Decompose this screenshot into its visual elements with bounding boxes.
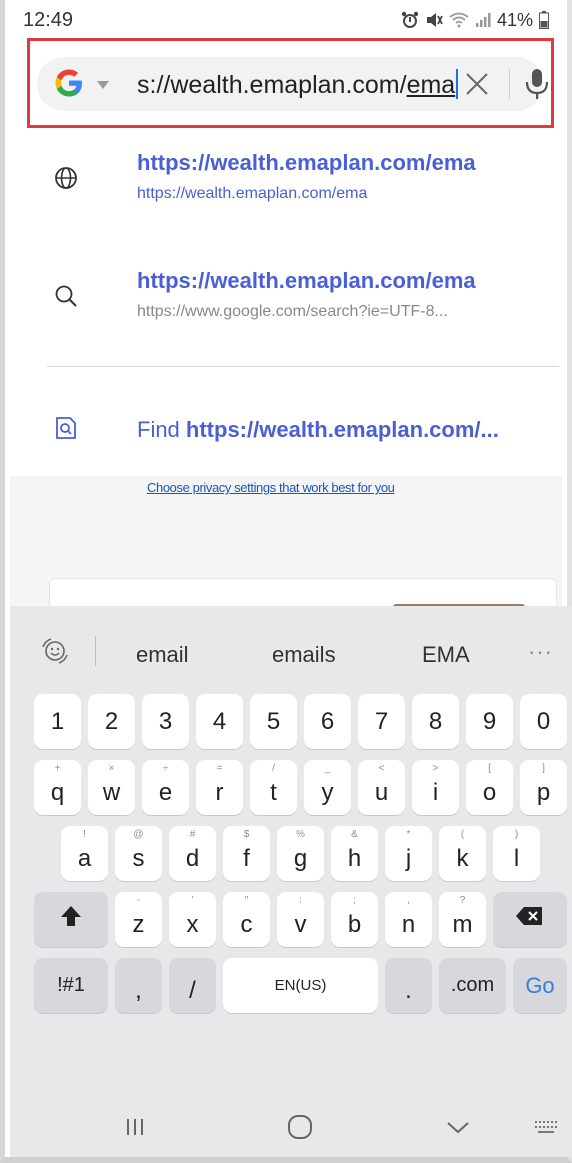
url-input[interactable]: s://wealth.emaplan.com/ema bbox=[137, 69, 459, 100]
key-7[interactable]: 7 bbox=[358, 694, 405, 749]
back-icon[interactable] bbox=[438, 1110, 478, 1144]
key-4[interactable]: 4 bbox=[196, 694, 243, 749]
key-r[interactable]: = r bbox=[196, 760, 243, 815]
phone-screen: 12:49 41% s://wealth.emaplan.com/ema htt… bbox=[0, 0, 572, 1163]
key-j[interactable]: * j bbox=[385, 826, 432, 881]
home-icon[interactable] bbox=[280, 1110, 320, 1144]
url-bar[interactable]: s://wealth.emaplan.com/ema bbox=[37, 57, 549, 111]
key-g[interactable]: % g bbox=[277, 826, 324, 881]
prediction-bar: email emails EMA ··· bbox=[10, 606, 572, 688]
status-time: 12:49 bbox=[23, 8, 74, 31]
mute-icon bbox=[425, 11, 443, 29]
text-cursor bbox=[456, 69, 459, 99]
key-k[interactable]: (k bbox=[439, 826, 486, 881]
key-h[interactable]: & h bbox=[331, 826, 378, 881]
key-period[interactable]: . bbox=[385, 958, 432, 1013]
key-i[interactable]: > i bbox=[412, 760, 459, 815]
key-p[interactable]: ] p bbox=[520, 760, 567, 815]
signal-icon bbox=[475, 12, 491, 28]
prediction-word[interactable]: emails bbox=[272, 642, 336, 668]
suggestion-item[interactable]: https://wealth.emaplan.com/ema https://w… bbox=[45, 258, 545, 338]
suggestion-divider bbox=[47, 366, 559, 367]
key-2[interactable]: 2 bbox=[88, 694, 135, 749]
key-z[interactable]: -z bbox=[115, 892, 162, 947]
prediction-word[interactable]: email bbox=[136, 642, 189, 668]
keyboard: email emails EMA ··· 1 2 3 4 5 6 7 8 9 0… bbox=[10, 606, 572, 1157]
url-bar-divider bbox=[509, 69, 510, 99]
key-l[interactable]: ) l bbox=[493, 826, 540, 881]
suggestion-item[interactable]: https://wealth.emaplan.com/ema https://w… bbox=[45, 140, 545, 220]
navigation-bar bbox=[10, 1096, 572, 1157]
battery-icon bbox=[539, 11, 549, 29]
prediction-separator bbox=[95, 636, 96, 666]
suggestion-url: https://wealth.emaplan.com/ema bbox=[137, 185, 368, 202]
key-q[interactable]: + q bbox=[34, 760, 81, 815]
key-m[interactable]: ? m bbox=[439, 892, 486, 947]
key-slash[interactable]: / bbox=[169, 958, 216, 1013]
privacy-settings-link[interactable]: Choose privacy settings that work best f… bbox=[147, 480, 395, 495]
url-text-before: s://wealth.emaplan.com/ bbox=[137, 71, 407, 99]
microphone-icon[interactable] bbox=[521, 65, 553, 103]
search-icon bbox=[53, 283, 79, 309]
globe-icon bbox=[53, 165, 79, 191]
key-comma[interactable]: , bbox=[115, 958, 162, 1013]
key-t[interactable]: / t bbox=[250, 760, 297, 815]
chevron-down-icon[interactable] bbox=[97, 81, 109, 89]
symbols-key[interactable]: !#1 bbox=[34, 958, 108, 1013]
key-a[interactable]: ! a bbox=[61, 826, 108, 881]
prediction-word[interactable]: EMA bbox=[422, 642, 470, 668]
key-o[interactable]: [o bbox=[466, 760, 513, 815]
find-query: https://wealth.emaplan.com/... bbox=[185, 417, 499, 442]
find-in-page-icon bbox=[53, 415, 79, 441]
find-in-page-label: Find https://wealth.emaplan.com/... bbox=[137, 417, 499, 443]
key-u[interactable]: < u bbox=[358, 760, 405, 815]
key-f[interactable]: $ f bbox=[223, 826, 270, 881]
key-y[interactable]: _ y bbox=[304, 760, 351, 815]
space-key[interactable]: EN(US) bbox=[223, 958, 378, 1013]
find-in-page-item[interactable]: Find https://wealth.emaplan.com/... bbox=[45, 395, 565, 465]
go-key[interactable]: Go bbox=[513, 958, 567, 1013]
key-5[interactable]: 5 bbox=[250, 694, 297, 749]
backspace-key[interactable] bbox=[493, 892, 567, 947]
key-x[interactable]: ' x bbox=[169, 892, 216, 947]
key-e[interactable]: ÷ e bbox=[142, 760, 189, 815]
alarm-icon bbox=[401, 11, 419, 29]
key-b[interactable]: ; b bbox=[331, 892, 378, 947]
suggestion-title: https://wealth.emaplan.com/ema bbox=[137, 268, 476, 293]
key-9[interactable]: 9 bbox=[466, 694, 513, 749]
key-0[interactable]: 0 bbox=[520, 694, 567, 749]
key-8[interactable]: 8 bbox=[412, 694, 459, 749]
key-3[interactable]: 3 bbox=[142, 694, 189, 749]
keyboard-icon[interactable] bbox=[526, 1110, 566, 1144]
suggestion-url: https://www.google.com/search?ie=UTF-8..… bbox=[137, 303, 448, 320]
url-text-selected: ema bbox=[406, 71, 456, 99]
battery-percent: 41% bbox=[496, 9, 533, 30]
key-w[interactable]: × w bbox=[88, 760, 135, 815]
shift-icon bbox=[58, 903, 84, 936]
recent-apps-icon[interactable] bbox=[115, 1110, 155, 1144]
key-6[interactable]: 6 bbox=[304, 694, 351, 749]
dotcom-key[interactable]: .com bbox=[439, 958, 506, 1013]
backspace-icon bbox=[515, 905, 545, 934]
key-d[interactable]: # d bbox=[169, 826, 216, 881]
shift-key[interactable] bbox=[34, 892, 108, 947]
more-icon[interactable]: ··· bbox=[528, 639, 553, 665]
status-bar: 12:49 41% bbox=[23, 0, 549, 40]
key-1[interactable]: 1 bbox=[34, 694, 81, 749]
google-logo-icon[interactable] bbox=[53, 67, 85, 99]
key-v[interactable]: :v bbox=[277, 892, 324, 947]
find-prefix: Find bbox=[137, 417, 180, 442]
key-s[interactable]: @ s bbox=[115, 826, 162, 881]
key-n[interactable]: ,n bbox=[385, 892, 432, 947]
status-icons: 41% bbox=[401, 10, 549, 31]
suggestion-title: https://wealth.emaplan.com/ema bbox=[137, 150, 476, 175]
close-icon[interactable] bbox=[459, 66, 495, 102]
wifi-icon bbox=[449, 12, 469, 28]
emoji-icon[interactable] bbox=[40, 636, 70, 666]
key-c[interactable]: " c bbox=[223, 892, 270, 947]
